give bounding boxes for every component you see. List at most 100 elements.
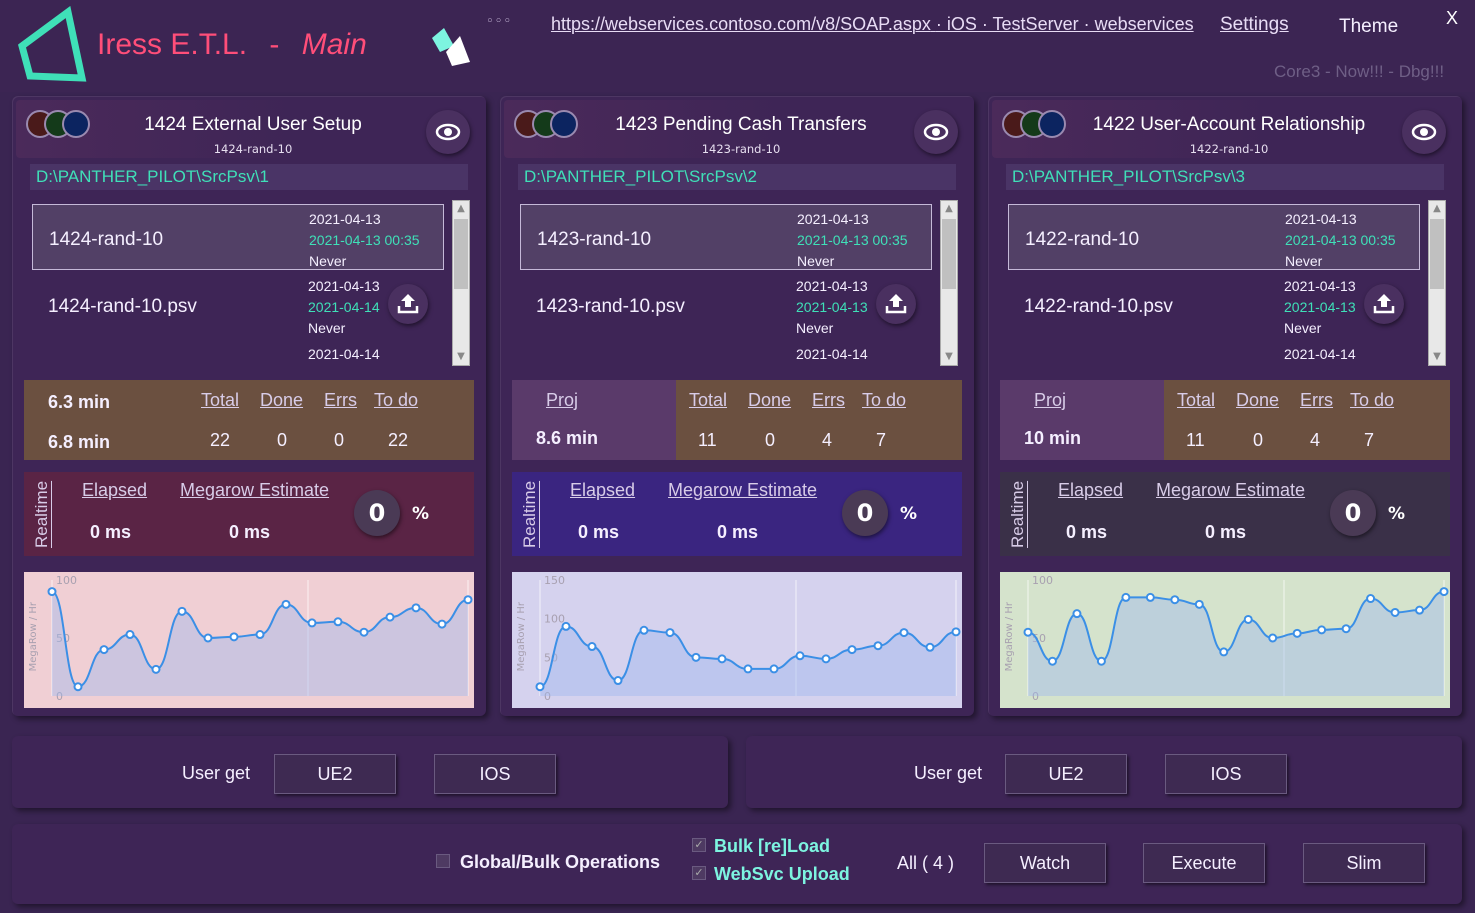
ue2-button[interactable]: UE2 bbox=[1005, 754, 1127, 794]
item-dates: 2021-04-13 2021-04-14 Never bbox=[308, 276, 380, 339]
ios-button[interactable]: IOS bbox=[1165, 754, 1287, 794]
websvc-upload-checkbox[interactable]: ✓ bbox=[692, 866, 706, 880]
date-processed: Never bbox=[309, 253, 347, 269]
list-item[interactable]: 2021-04-14 bbox=[520, 340, 932, 364]
connection-url[interactable]: https://webservices.contoso.com/v8/SOAP.… bbox=[551, 14, 1194, 35]
source-path: D:\PANTHER_PILOT\SrcPsv\1 bbox=[30, 164, 468, 190]
list-item[interactable]: 1423-rand-10.psv 2021-04-13 2021-04-13 N… bbox=[520, 272, 932, 338]
megarow-label[interactable]: Megarow Estimate bbox=[1156, 480, 1305, 501]
list-scrollbar[interactable]: ▲ ▼ bbox=[452, 200, 470, 366]
scroll-up-icon[interactable]: ▲ bbox=[941, 201, 957, 217]
app-subtitle: Main bbox=[301, 28, 367, 61]
scroll-up-icon[interactable]: ▲ bbox=[453, 201, 469, 217]
todo-header[interactable]: To do bbox=[862, 390, 906, 411]
chart-point bbox=[743, 664, 753, 674]
ue2-button[interactable]: UE2 bbox=[274, 754, 396, 794]
done-header[interactable]: Done bbox=[1236, 390, 1279, 411]
connection-url-link[interactable]: https://webservices.contoso.com/v8/SOAP.… bbox=[551, 14, 931, 34]
list-scrollbar[interactable]: ▲ ▼ bbox=[1428, 200, 1446, 366]
chart-point bbox=[1439, 587, 1449, 597]
app-title-separator: - bbox=[269, 28, 280, 61]
scroll-thumb[interactable] bbox=[1430, 219, 1444, 289]
eye-icon bbox=[923, 123, 949, 141]
menu-dots-icon[interactable]: ◦◦◦ bbox=[486, 14, 512, 29]
watch-button[interactable]: Watch bbox=[984, 843, 1106, 883]
item-dates: 2021-04-13 2021-04-13 Never bbox=[796, 276, 868, 339]
websvc-upload-link[interactable]: WebSvc Upload bbox=[714, 864, 850, 885]
scroll-down-icon[interactable]: ▼ bbox=[453, 349, 469, 365]
panel-header: 1422 User-Account Relationship 1422-rand… bbox=[992, 100, 1458, 158]
upload-button[interactable] bbox=[876, 284, 916, 324]
list-scrollbar[interactable]: ▲ ▼ bbox=[940, 200, 958, 366]
scroll-down-icon[interactable]: ▼ bbox=[941, 349, 957, 365]
app-title: Iress E.T.L. - Main bbox=[97, 28, 367, 62]
total-value: 22 bbox=[210, 430, 231, 450]
list-item-selected[interactable]: 1423-rand-10 2021-04-13 2021-04-13 00:35… bbox=[520, 204, 932, 270]
total-header[interactable]: Total bbox=[1177, 390, 1215, 411]
chart-point bbox=[99, 645, 109, 655]
elapsed-label[interactable]: Elapsed bbox=[570, 480, 635, 501]
megarow-label[interactable]: Megarow Estimate bbox=[668, 480, 817, 501]
projection-label[interactable]: Proj bbox=[546, 390, 578, 411]
done-value: 0 bbox=[1253, 430, 1264, 450]
todo-header[interactable]: To do bbox=[374, 390, 418, 411]
elapsed-label[interactable]: Elapsed bbox=[82, 480, 147, 501]
errs-header[interactable]: Errs bbox=[324, 390, 357, 411]
realtime-label[interactable]: Realtime bbox=[1008, 481, 1028, 548]
percent-gauge: 0 bbox=[354, 490, 400, 536]
scroll-up-icon[interactable]: ▲ bbox=[1429, 201, 1445, 217]
chart-point bbox=[639, 625, 649, 635]
view-button[interactable] bbox=[426, 110, 470, 154]
chart-point bbox=[1047, 656, 1057, 666]
view-button[interactable] bbox=[914, 110, 958, 154]
date-modified: 2021-04-13 00:35 bbox=[1285, 232, 1396, 248]
view-button[interactable] bbox=[1402, 110, 1446, 154]
megarow-label[interactable]: Megarow Estimate bbox=[180, 480, 329, 501]
done-header[interactable]: Done bbox=[260, 390, 303, 411]
close-button[interactable]: X bbox=[1446, 8, 1458, 29]
slim-button[interactable]: Slim bbox=[1303, 843, 1425, 883]
global-bulk-checkbox[interactable] bbox=[436, 854, 450, 868]
list-item[interactable]: 1424-rand-10.psv 2021-04-13 2021-04-14 N… bbox=[32, 272, 444, 338]
upload-icon bbox=[885, 294, 907, 314]
errs-header[interactable]: Errs bbox=[1300, 390, 1333, 411]
chart-point bbox=[1268, 633, 1278, 643]
errs-header[interactable]: Errs bbox=[812, 390, 845, 411]
status-light-blue bbox=[1038, 110, 1066, 138]
projection-label[interactable]: Proj bbox=[1034, 390, 1066, 411]
list-item-selected[interactable]: 1424-rand-10 2021-04-13 2021-04-13 00:35… bbox=[32, 204, 444, 270]
projection-label: 6.3 min bbox=[48, 392, 111, 412]
chart-point bbox=[255, 630, 265, 640]
file-list[interactable]: 1422-rand-10 2021-04-13 2021-04-13 00:35… bbox=[1008, 204, 1422, 364]
list-item[interactable]: 2021-04-14 bbox=[32, 340, 444, 364]
total-header[interactable]: Total bbox=[689, 390, 727, 411]
realtime-label[interactable]: Realtime bbox=[32, 481, 52, 548]
scroll-thumb[interactable] bbox=[942, 219, 956, 289]
realtime-label[interactable]: Realtime bbox=[520, 481, 540, 548]
progress-stats: Proj 10 min Total Done Errs To do 11 0 4… bbox=[1000, 380, 1450, 460]
item-dates: 2021-04-14 bbox=[1284, 344, 1356, 364]
upload-button[interactable] bbox=[1364, 284, 1404, 324]
bulk-reload-checkbox[interactable]: ✓ bbox=[692, 838, 706, 852]
todo-header[interactable]: To do bbox=[1350, 390, 1394, 411]
ios-button[interactable]: IOS bbox=[434, 754, 556, 794]
scroll-thumb[interactable] bbox=[454, 219, 468, 289]
upload-button[interactable] bbox=[388, 284, 428, 324]
total-header[interactable]: Total bbox=[201, 390, 239, 411]
execute-button[interactable]: Execute bbox=[1143, 843, 1265, 883]
scroll-down-icon[interactable]: ▼ bbox=[1429, 349, 1445, 365]
done-header[interactable]: Done bbox=[748, 390, 791, 411]
elapsed-label[interactable]: Elapsed bbox=[1058, 480, 1123, 501]
theme-menu[interactable]: Theme bbox=[1339, 16, 1398, 38]
chart-point bbox=[1243, 614, 1253, 624]
percent-gauge: 0 bbox=[1330, 490, 1376, 536]
chart-point bbox=[873, 641, 883, 651]
bulk-reload-link[interactable]: Bulk [re]Load bbox=[714, 836, 830, 857]
file-list[interactable]: 1424-rand-10 2021-04-13 2021-04-13 00:35… bbox=[32, 204, 446, 364]
settings-menu[interactable]: Settings bbox=[1220, 14, 1289, 36]
file-list[interactable]: 1423-rand-10 2021-04-13 2021-04-13 00:35… bbox=[520, 204, 934, 364]
list-item[interactable]: 1422-rand-10.psv 2021-04-13 2021-04-13 N… bbox=[1008, 272, 1420, 338]
list-item[interactable]: 2021-04-14 bbox=[1008, 340, 1420, 364]
megarow-value: 0 ms bbox=[1205, 522, 1247, 542]
list-item-selected[interactable]: 1422-rand-10 2021-04-13 2021-04-13 00:35… bbox=[1008, 204, 1420, 270]
